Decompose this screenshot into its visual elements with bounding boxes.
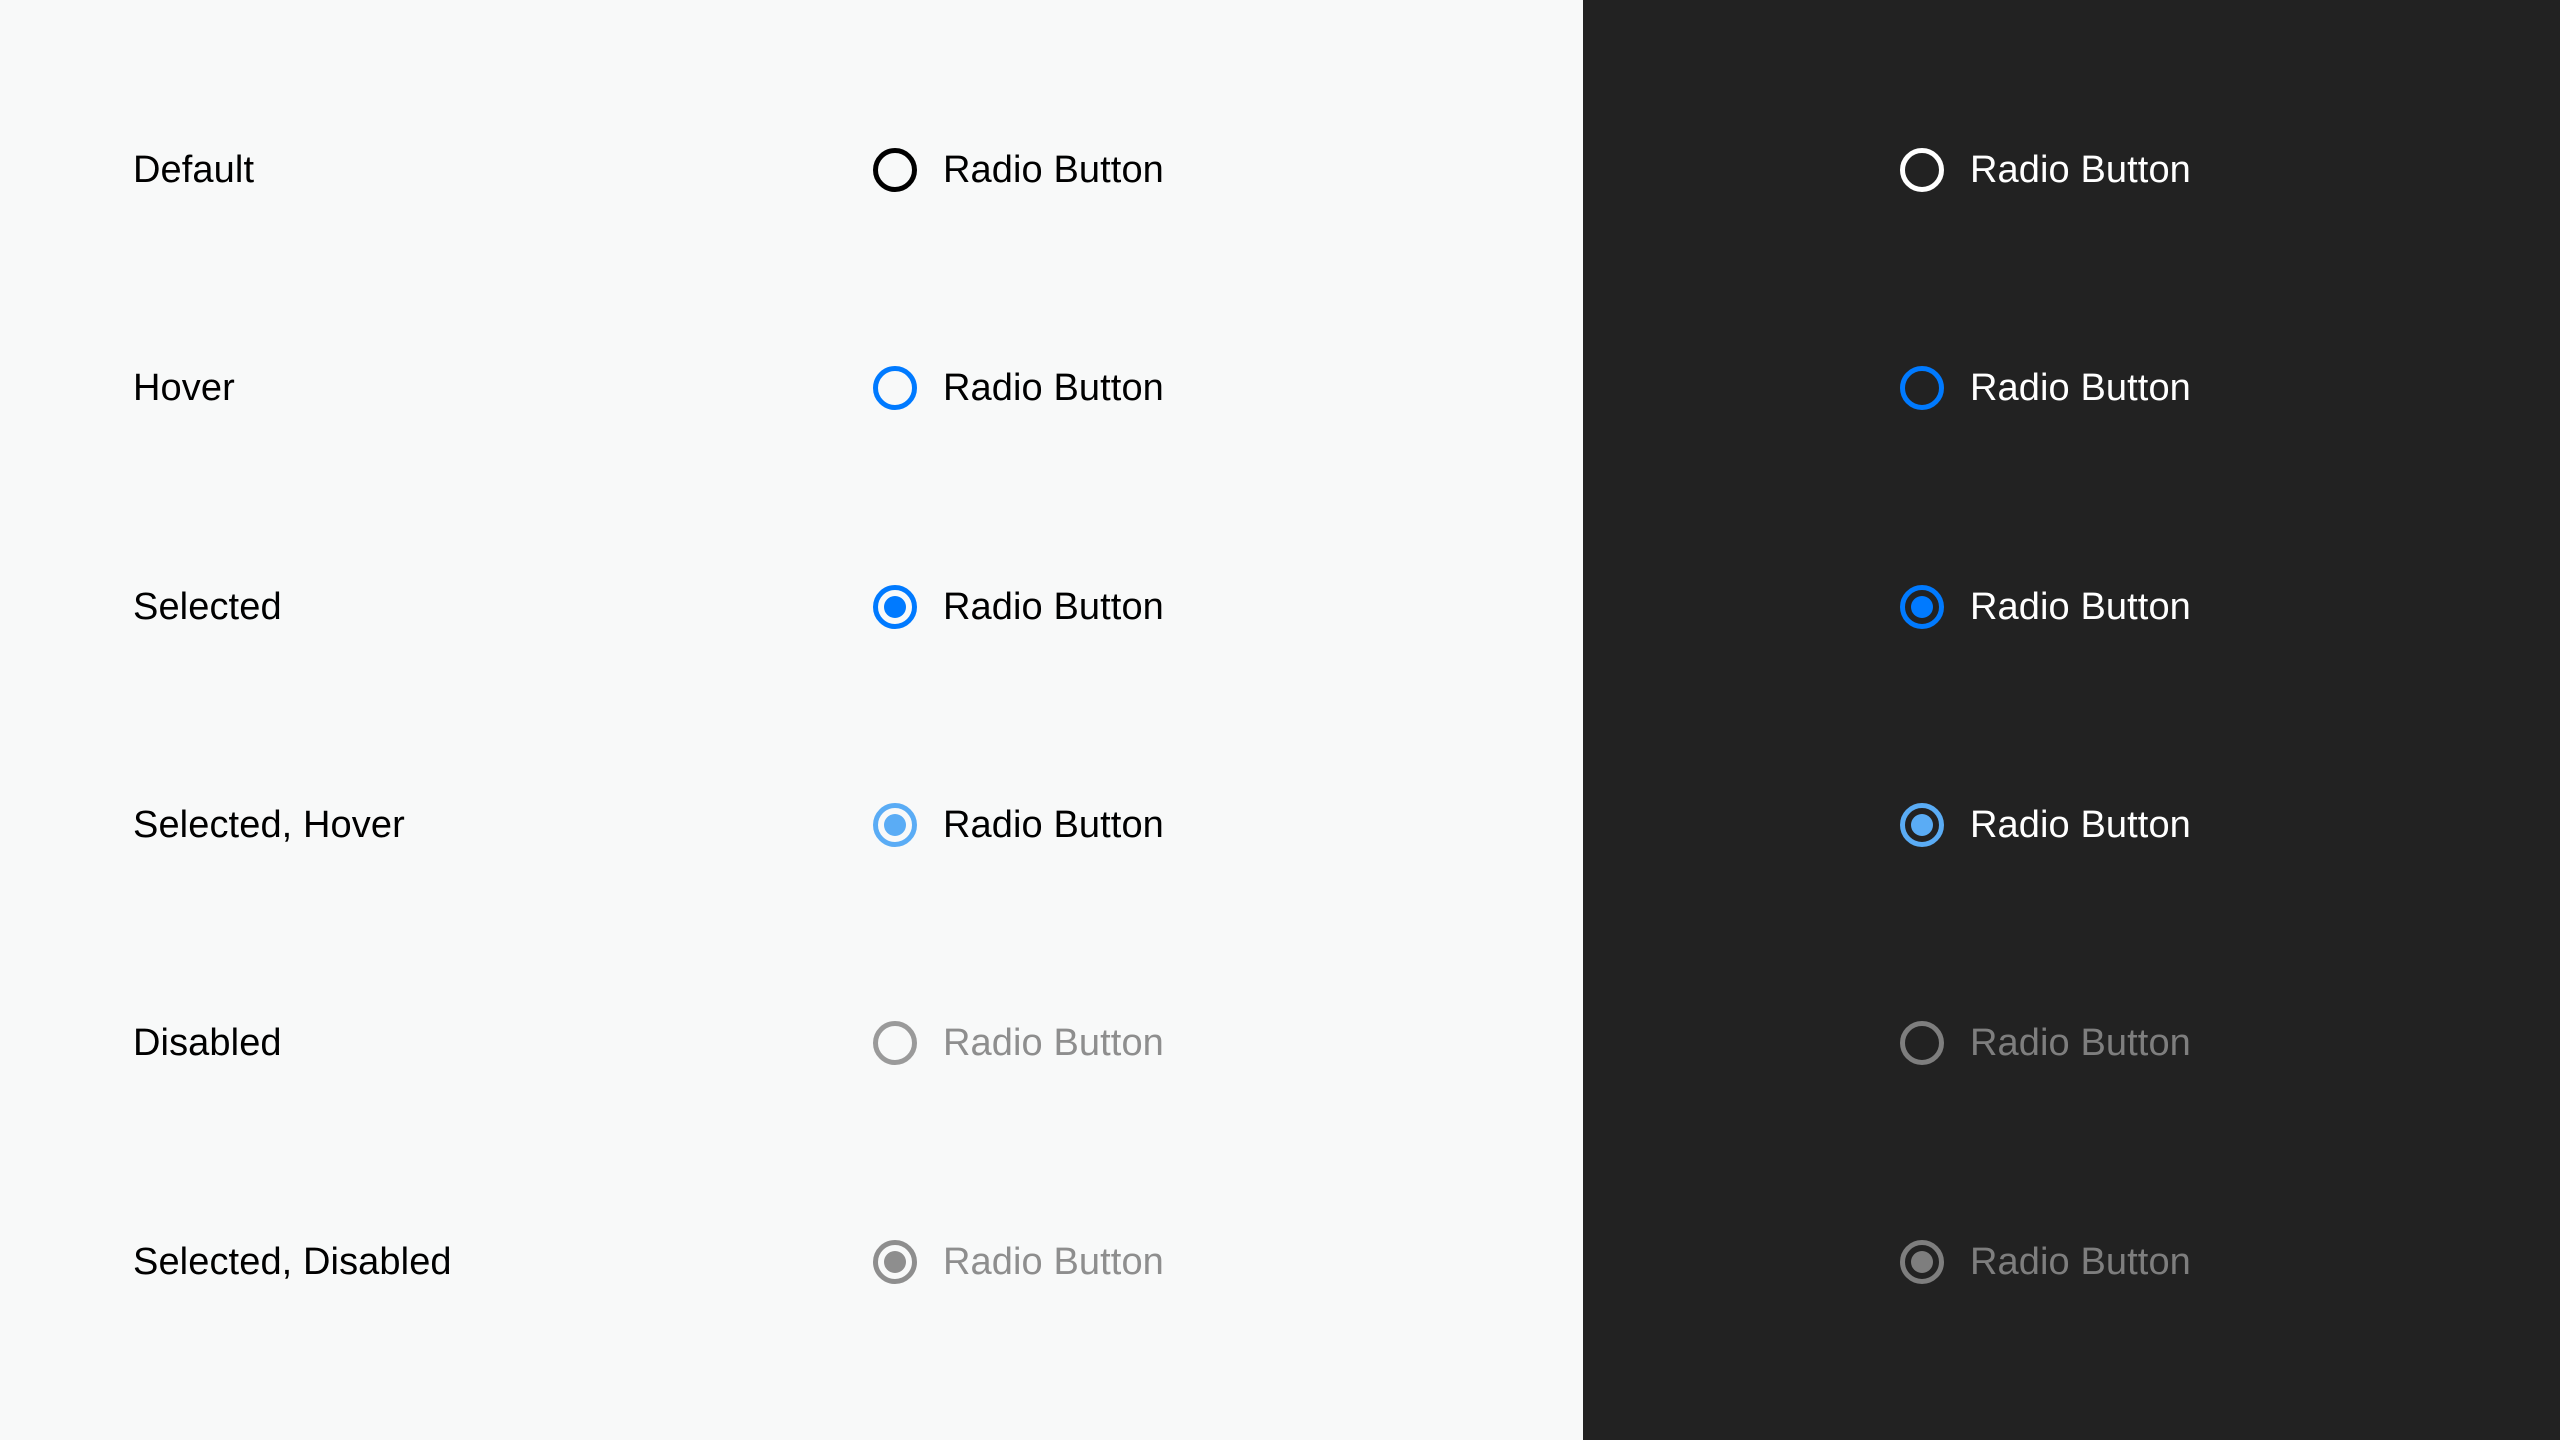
radio-button-dark[interactable]: Radio Button	[1900, 366, 2191, 410]
radio-button-light[interactable]: Radio Button	[873, 366, 1164, 410]
radio-button-dark[interactable]: Radio Button	[1900, 1021, 2191, 1065]
state-name-label: Hover	[133, 367, 235, 409]
state-name-label: Selected, Disabled	[133, 1241, 452, 1283]
state-name-label: Selected, Hover	[133, 804, 405, 846]
radio-dot-icon	[1911, 596, 1933, 618]
radio-button-light[interactable]: Radio Button	[873, 803, 1164, 847]
radio-button-light[interactable]: Radio Button	[873, 148, 1164, 192]
radio-button-dark[interactable]: Radio Button	[1900, 585, 2191, 629]
radio-circle-icon[interactable]	[873, 1021, 917, 1065]
radio-circle-icon[interactable]	[1900, 366, 1944, 410]
radio-button-label: Radio Button	[943, 1022, 1164, 1064]
radio-button-label: Radio Button	[1970, 804, 2191, 846]
state-name-label: Default	[133, 149, 255, 191]
radio-button-light[interactable]: Radio Button	[873, 585, 1164, 629]
radio-circle-icon[interactable]	[873, 1240, 917, 1284]
radio-dot-icon	[884, 1251, 906, 1273]
radio-button-label: Radio Button	[1970, 1022, 2191, 1064]
radio-circle-icon[interactable]	[873, 803, 917, 847]
radio-circle-icon[interactable]	[1900, 148, 1944, 192]
state-name-label: Selected	[133, 586, 282, 628]
radio-button-label: Radio Button	[943, 149, 1164, 191]
radio-button-label: Radio Button	[943, 367, 1164, 409]
radio-button-label: Radio Button	[1970, 367, 2191, 409]
radio-circle-icon[interactable]	[1900, 1021, 1944, 1065]
radio-button-light[interactable]: Radio Button	[873, 1021, 1164, 1065]
radio-button-label: Radio Button	[943, 804, 1164, 846]
radio-dot-icon	[1911, 814, 1933, 836]
radio-dot-icon	[1911, 1251, 1933, 1273]
radio-button-label: Radio Button	[1970, 1241, 2191, 1283]
radio-circle-icon[interactable]	[873, 585, 917, 629]
radio-button-label: Radio Button	[1970, 586, 2191, 628]
radio-button-label: Radio Button	[943, 1241, 1164, 1283]
radio-circle-icon[interactable]	[1900, 1240, 1944, 1284]
radio-circle-icon[interactable]	[1900, 585, 1944, 629]
radio-button-dark[interactable]: Radio Button	[1900, 148, 2191, 192]
radio-button-state-specimen: Default Radio Button Hover Radio Button Sele…	[0, 0, 2560, 1440]
radio-dot-icon	[884, 814, 906, 836]
radio-button-light[interactable]: Radio Button	[873, 1240, 1164, 1284]
radio-button-dark[interactable]: Radio Button	[1900, 803, 2191, 847]
radio-button-dark[interactable]: Radio Button	[1900, 1240, 2191, 1284]
radio-button-label: Radio Button	[943, 586, 1164, 628]
radio-dot-icon	[884, 596, 906, 618]
light-theme-panel: Default Radio Button Hover Radio Button Sele…	[0, 0, 1583, 1440]
radio-circle-icon[interactable]	[1900, 803, 1944, 847]
state-name-label: Disabled	[133, 1022, 282, 1064]
dark-theme-panel: Radio Button Radio Button Radio Button Radi…	[1583, 0, 2560, 1440]
radio-button-label: Radio Button	[1970, 149, 2191, 191]
radio-circle-icon[interactable]	[873, 148, 917, 192]
radio-circle-icon[interactable]	[873, 366, 917, 410]
